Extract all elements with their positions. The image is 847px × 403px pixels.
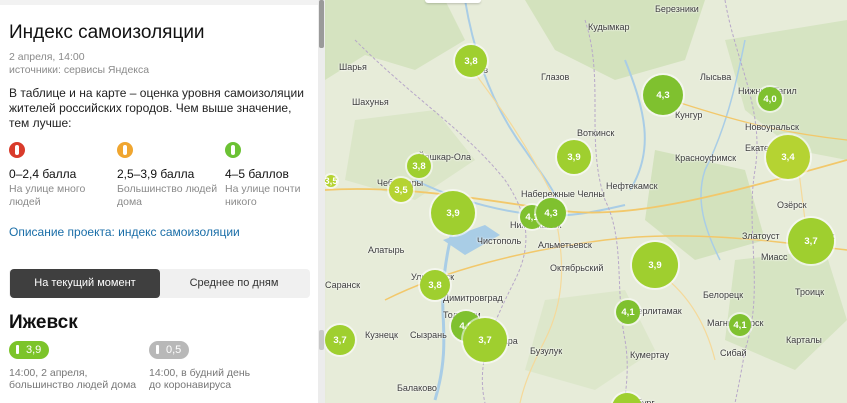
city-label: Лысьва — [700, 72, 732, 82]
stat-time: 14:00, 2 апреля, — [9, 367, 88, 379]
legend-range: 2,5–3,9 балла — [117, 167, 195, 181]
index-value: 3,9 — [26, 344, 42, 356]
scrollbar-thumb-lower — [319, 330, 324, 350]
stat-before-covid: 0,5 14:00, в будний день до коронавируса — [149, 340, 250, 391]
index-bubble[interactable]: 4,0 — [758, 87, 782, 111]
person-icon — [9, 142, 25, 158]
index-bubble[interactable]: 3,5 — [389, 178, 413, 202]
sources-text: источники: сервисы Яндекса — [9, 64, 150, 76]
city-label: Глазов — [541, 72, 570, 82]
city-label: Димитровград — [443, 293, 503, 303]
map-top-control[interactable] — [425, 0, 481, 3]
city-label: Воткинск — [577, 128, 615, 138]
tab-current[interactable]: На текущий момент — [10, 269, 160, 298]
person-icon — [16, 345, 19, 354]
legend-range: 0–2,4 балла — [9, 167, 77, 181]
update-date: 2 апреля, 14:00 — [9, 51, 85, 63]
index-bubble[interactable]: 4,1 — [616, 300, 640, 324]
legend-item-medium: 2,5–3,9 балла Большинство людей дома — [117, 142, 225, 209]
city-label: Белорецк — [703, 290, 744, 300]
scrollbar-thumb[interactable] — [319, 0, 324, 48]
city-label: Саранск — [325, 280, 361, 290]
panel-scrollbar[interactable] — [318, 0, 325, 403]
stat-note: большинство людей дома — [9, 379, 137, 391]
city-label: Карталы — [786, 335, 822, 345]
legend-item-low: 0–2,4 балла На улице много людей — [9, 142, 117, 209]
index-bubble[interactable]: 3,9 — [431, 191, 475, 235]
city-label: Шахунья — [352, 97, 389, 107]
city-label: Чистополь — [477, 236, 522, 246]
city-label: Кунгур — [675, 110, 703, 120]
city-label: Октябрьский — [550, 263, 604, 273]
stat-time: 14:00, в будний день — [149, 367, 251, 379]
legend-range: 4–5 баллов — [225, 167, 289, 181]
legend-note: На улице много людей — [9, 183, 86, 208]
index-bubble[interactable]: 4,1 — [729, 314, 751, 336]
index-badge: 3,9 — [9, 341, 50, 359]
stat-current: 3,9 14:00, 2 апреля, большинство людей д… — [9, 340, 136, 391]
person-icon — [117, 142, 133, 158]
city-label: Кузнецк — [365, 330, 398, 340]
city-label: Альметьевск — [538, 240, 592, 250]
legend-note: На улице почти никого — [225, 183, 301, 208]
city-label: Озёрск — [777, 200, 807, 210]
legend-item-high: 4–5 баллов На улице почти никого — [225, 142, 333, 209]
index-bubble[interactable]: 3,8 — [407, 154, 431, 178]
map-view[interactable]: БерезникиКудымкарШарьяКировГлазовЛысьваН… — [325, 0, 847, 403]
project-description-link[interactable]: Описание проекта: индекс самоизоляции — [9, 225, 240, 239]
person-icon — [156, 345, 159, 354]
index-bubble[interactable]: 4,3 — [643, 75, 683, 115]
index-bubble[interactable]: 3,7 — [325, 325, 355, 355]
city-label: Сызрань — [410, 330, 447, 340]
index-bubble[interactable]: 3,4 — [766, 135, 810, 179]
page-title: Индекс самоизоляции — [9, 22, 205, 43]
legend-note: Большинство людей дома — [117, 183, 218, 208]
city-label: Троицк — [795, 287, 825, 297]
city-label: Кудымкар — [588, 22, 630, 32]
city-label: Новоуральск — [745, 122, 799, 132]
city-label: Алатырь — [368, 245, 405, 255]
index-bubble[interactable]: 3,8 — [455, 45, 487, 77]
index-bubble[interactable]: 3,7 — [788, 218, 834, 264]
index-bubble[interactable]: 4,3 — [536, 198, 566, 228]
index-bubble[interactable]: 3,9 — [557, 140, 591, 174]
panel-top-edge — [0, 0, 318, 5]
city-label: Златоуст — [742, 231, 780, 241]
tab-daily-average[interactable]: Среднее по дням — [159, 269, 309, 298]
city-label: Кумертау — [630, 350, 670, 360]
index-bubble[interactable]: 3,8 — [420, 270, 450, 300]
city-label: Березники — [655, 4, 699, 14]
index-badge: 0,5 — [149, 341, 190, 359]
stat-note: до коронавируса — [149, 379, 232, 391]
description-text: В таблице и на карте – оценка уровня сам… — [9, 86, 304, 130]
time-mode-toggle: На текущий момент Среднее по дням — [9, 269, 310, 298]
city-label: Шарья — [339, 62, 367, 72]
city-label: Набережные Челны — [521, 189, 605, 199]
city-label: Балаково — [397, 383, 437, 393]
index-value: 0,5 — [166, 344, 182, 356]
city-label: Бузулук — [530, 346, 563, 356]
city-title: Ижевск — [9, 312, 78, 333]
person-icon — [225, 142, 241, 158]
city-label: Нефтекамск — [606, 181, 658, 191]
info-panel: Индекс самоизоляции 2 апреля, 14:00 исто… — [0, 0, 318, 403]
city-label: Сибай — [720, 348, 747, 358]
index-bubble[interactable]: 3,7 — [463, 318, 507, 362]
city-label: Миасс — [761, 252, 788, 262]
index-bubble[interactable]: 3,9 — [632, 242, 678, 288]
city-label: Красноуфимск — [675, 153, 737, 163]
